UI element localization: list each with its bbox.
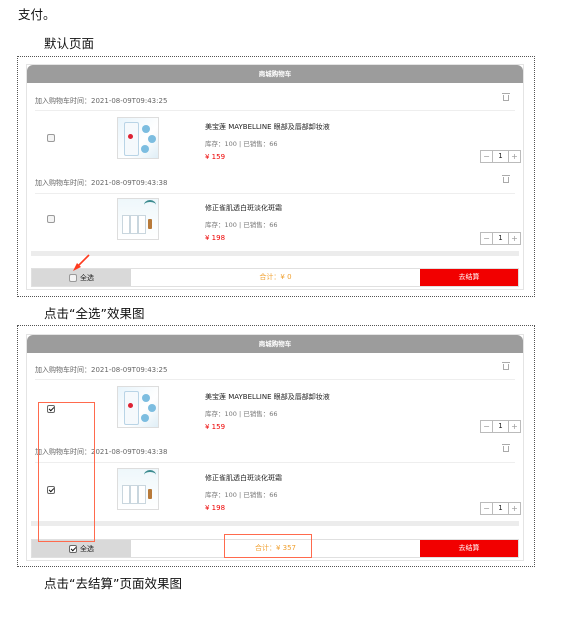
product-stock-1: 库存：100 | 已销售：66 (205, 140, 278, 148)
product-makeup-remover-image (117, 117, 159, 159)
product-name-2[interactable]: 修正雀肌透白斑淡化斑霜 (205, 473, 282, 483)
product-price-1: ¥ 159 (205, 423, 226, 431)
checkout-button[interactable]: 去结算 (420, 540, 518, 557)
product-makeup-remover-image (117, 386, 159, 428)
annotation-highlight-checkboxes (38, 402, 95, 542)
select-all-toggle[interactable]: 全选 (32, 540, 131, 557)
cart-gray-bar (31, 251, 519, 256)
trash-icon[interactable] (502, 93, 510, 101)
item-checkbox-1[interactable] (47, 134, 55, 142)
added-time-2: 加入购物车时间：2021-08-09T09:43:38 (35, 179, 168, 187)
plus-button[interactable]: + (508, 502, 521, 515)
plus-button[interactable]: + (508, 420, 521, 433)
cart-header: 商城购物车 (27, 335, 523, 353)
quantity-value[interactable]: 1 (493, 232, 508, 245)
divider (35, 110, 515, 111)
cart-footer: 全选 合计：¥ 0 去结算 (31, 268, 519, 287)
added-time-1: 加入购物车时间：2021-08-09T09:43:25 (35, 366, 168, 374)
quantity-value[interactable]: 1 (493, 420, 508, 433)
quantity-value[interactable]: 1 (493, 150, 508, 163)
product-name-2[interactable]: 修正雀肌透白斑淡化斑霜 (205, 203, 282, 213)
divider (35, 462, 515, 463)
panel-select-all: 商城购物车 加入购物车时间：2021-08-09T09:43:25 美宝莲 MA… (17, 325, 535, 567)
select-all-checkbox[interactable] (69, 273, 77, 282)
quantity-value[interactable]: 1 (493, 502, 508, 515)
quantity-stepper-2[interactable]: − 1 + (480, 502, 521, 515)
minus-button[interactable]: − (480, 502, 493, 515)
quantity-stepper-1[interactable]: − 1 + (480, 150, 521, 163)
divider (35, 193, 515, 194)
product-price-1: ¥ 159 (205, 153, 226, 161)
minus-button[interactable]: − (480, 150, 493, 163)
product-skincare-set-image (117, 198, 159, 240)
trash-icon[interactable] (502, 362, 510, 370)
minus-button[interactable]: − (480, 232, 493, 245)
select-all-label: 全选 (80, 544, 94, 553)
product-price-2: ¥ 198 (205, 234, 226, 242)
annotation-highlight-total (224, 534, 312, 558)
product-stock-2: 库存：100 | 已销售：66 (205, 491, 278, 499)
caption-checkout: 点击“去结算”页面效果图 (44, 576, 182, 591)
checkout-button[interactable]: 去结算 (420, 269, 518, 286)
annotation-arrow-icon (73, 254, 90, 271)
select-all-checkbox[interactable] (69, 544, 77, 553)
cart-gray-bar (31, 521, 519, 526)
product-stock-1: 库存：100 | 已销售：66 (205, 410, 278, 418)
trash-icon[interactable] (502, 175, 510, 183)
added-time-1: 加入购物车时间：2021-08-09T09:43:25 (35, 97, 168, 105)
panel-default: 商城购物车 加入购物车时间：2021-08-09T09:43:25 美宝莲 MA… (17, 56, 535, 297)
product-name-1[interactable]: 美宝莲 MAYBELLINE 眼部及唇部卸妆液 (205, 392, 330, 402)
caption-default: 默认页面 (44, 36, 95, 51)
top-text: 支付。 (18, 7, 56, 22)
quantity-stepper-1[interactable]: − 1 + (480, 420, 521, 433)
item-checkbox-2[interactable] (47, 215, 55, 223)
plus-button[interactable]: + (508, 232, 521, 245)
trash-icon[interactable] (502, 444, 510, 452)
minus-button[interactable]: − (480, 420, 493, 433)
cart-total: 合计：¥ 0 (131, 269, 420, 286)
caption-select-all: 点击“全选”效果图 (44, 306, 145, 321)
plus-button[interactable]: + (508, 150, 521, 163)
cart-selected: 商城购物车 加入购物车时间：2021-08-09T09:43:25 美宝莲 MA… (26, 334, 524, 561)
cart-default: 商城购物车 加入购物车时间：2021-08-09T09:43:25 美宝莲 MA… (26, 64, 524, 290)
product-stock-2: 库存：100 | 已销售：66 (205, 221, 278, 229)
divider (35, 379, 515, 380)
cart-header: 商城购物车 (27, 65, 523, 83)
quantity-stepper-2[interactable]: − 1 + (480, 232, 521, 245)
product-skincare-set-image (117, 468, 159, 510)
product-price-2: ¥ 198 (205, 504, 226, 512)
select-all-label: 全选 (80, 273, 94, 282)
product-name-1[interactable]: 美宝莲 MAYBELLINE 眼部及唇部卸妆液 (205, 122, 330, 132)
